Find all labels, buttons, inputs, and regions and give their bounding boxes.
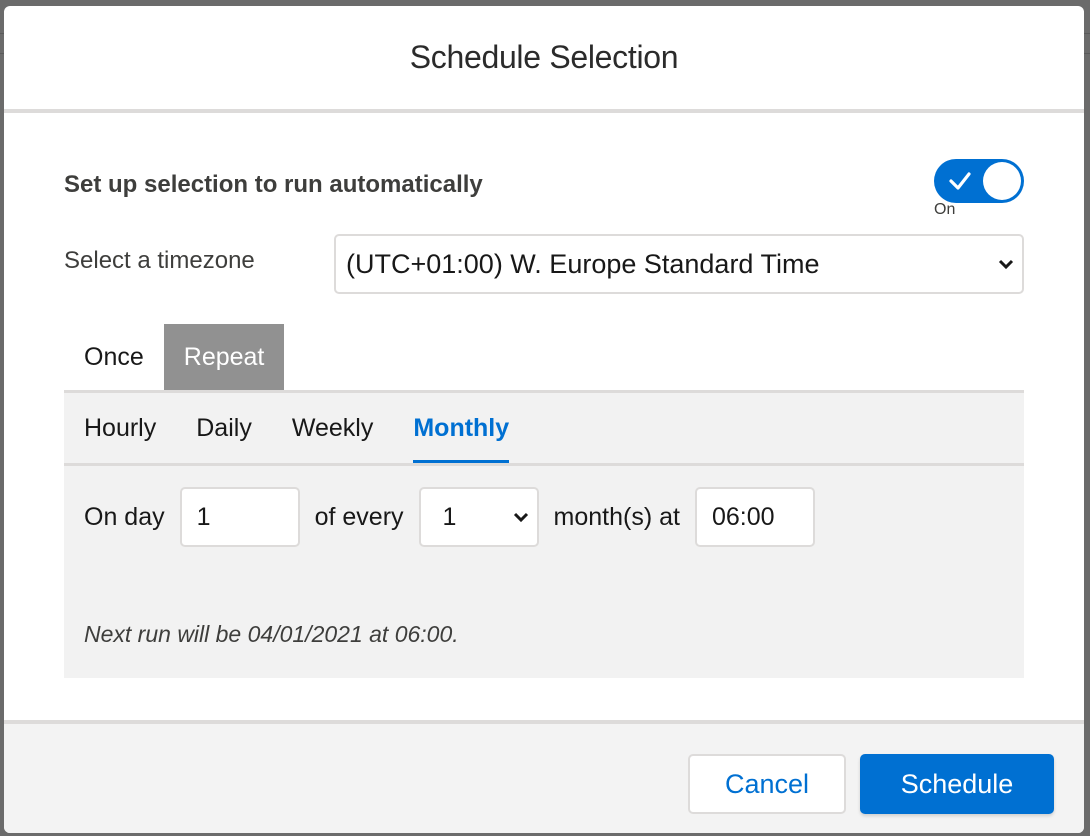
chevron-down-icon bbox=[513, 512, 528, 523]
tab-once[interactable]: Once bbox=[64, 324, 164, 390]
modal-title: Schedule Selection bbox=[409, 39, 679, 75]
timezone-selected-value: (UTC+01:00) W. Europe Standard Time bbox=[346, 248, 820, 279]
month-interval-select[interactable]: 1 bbox=[418, 487, 539, 547]
cancel-button[interactable]: Cancel bbox=[688, 754, 846, 814]
repeat-interval-tabs: Hourly Daily Weekly Monthly bbox=[64, 393, 1024, 466]
month-interval-value: 1 bbox=[442, 502, 457, 531]
automation-heading: Set up selection to run automatically bbox=[64, 171, 483, 198]
months-at-label: month(s) at bbox=[553, 502, 680, 531]
tab-weekly[interactable]: Weekly bbox=[292, 393, 374, 463]
time-input[interactable]: 06:00 bbox=[694, 487, 815, 547]
tab-repeat[interactable]: Repeat bbox=[163, 324, 285, 390]
of-every-label: of every bbox=[314, 502, 404, 531]
tab-daily[interactable]: Daily bbox=[196, 393, 252, 463]
modal-header: Schedule Selection bbox=[4, 6, 1084, 113]
auto-run-toggle[interactable] bbox=[934, 159, 1024, 203]
chevron-down-icon bbox=[998, 259, 1014, 270]
timezone-label: Select a timezone bbox=[64, 247, 255, 274]
day-of-month-input[interactable]: 1 bbox=[179, 487, 300, 547]
frequency-tabs: Once Repeat bbox=[64, 324, 285, 390]
tab-hourly[interactable]: Hourly bbox=[84, 393, 156, 463]
next-run-text: Next run will be 04/01/2021 at 06:00. bbox=[84, 621, 459, 647]
timezone-select[interactable]: (UTC+01:00) W. Europe Standard Time bbox=[334, 234, 1024, 294]
tab-monthly[interactable]: Monthly bbox=[413, 393, 509, 463]
repeat-panel: Hourly Daily Weekly Monthly On day 1 of … bbox=[64, 390, 1024, 678]
monthly-schedule-row: On day 1 of every 1 month(s) at 06:00 bbox=[84, 487, 815, 547]
on-day-label: On day bbox=[84, 502, 165, 531]
toggle-knob bbox=[983, 162, 1021, 200]
checkmark-icon bbox=[949, 172, 971, 190]
schedule-button[interactable]: Schedule bbox=[860, 754, 1054, 814]
modal-body: Set up selection to run automatically On… bbox=[4, 113, 1084, 716]
schedule-selection-modal: Schedule Selection Set up selection to r… bbox=[4, 6, 1084, 833]
auto-run-toggle-wrapper: On bbox=[934, 159, 1024, 218]
toggle-state-label: On bbox=[934, 201, 956, 218]
modal-footer: Cancel Schedule bbox=[4, 720, 1084, 833]
